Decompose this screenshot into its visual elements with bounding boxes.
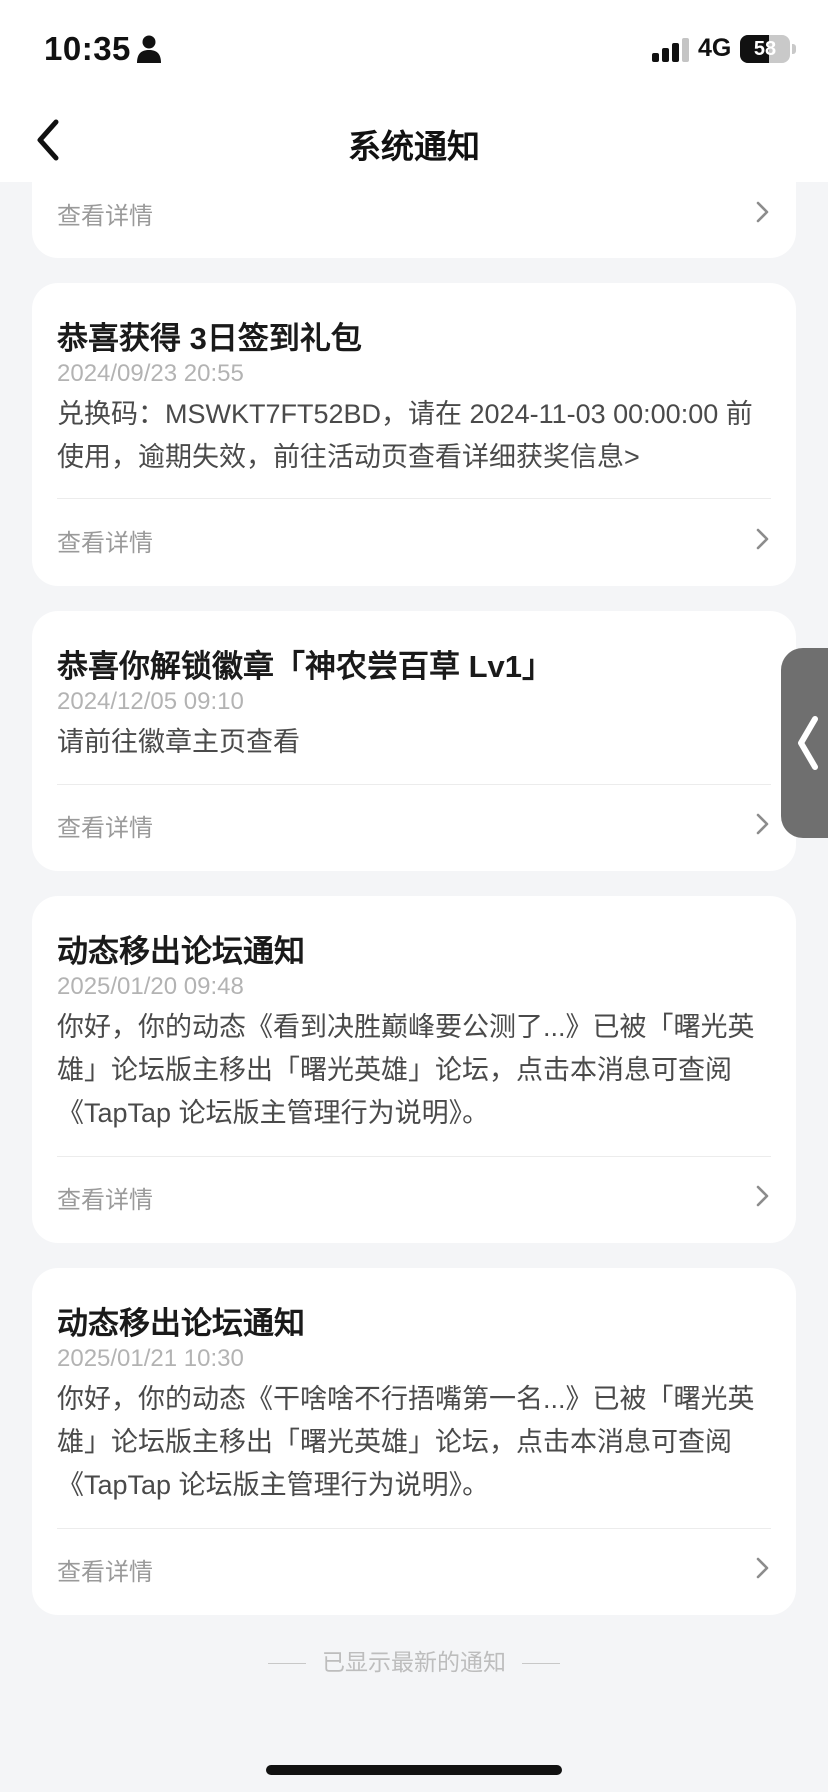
notification-card[interactable]: 恭喜你解锁徽章「神农尝百草 Lv1」 2024/12/05 09:10 请前往徽…: [32, 611, 796, 871]
top-area: 10:35 4G 58 系统通知: [0, 0, 828, 182]
notification-body: 你好，你的动态《看到决胜巅峰要公测了...》已被「曙光英雄」论坛版主移出「曙光英…: [57, 1012, 755, 1128]
chevron-right-icon: [756, 201, 769, 223]
footer-divider-left: [267, 1663, 306, 1665]
notification-time: 2024/09/23 20:55: [57, 360, 244, 387]
view-detail-label: 查看详情: [57, 815, 153, 842]
notification-time: 2025/01/20 09:48: [57, 973, 244, 1000]
chevron-right-icon: [756, 528, 769, 550]
view-detail-link[interactable]: 查看详情: [57, 192, 777, 232]
notification-body: 请前往徽章主页查看: [57, 727, 300, 757]
battery-level-text: 58: [753, 38, 777, 60]
notification-card[interactable]: 动态移出论坛通知 2025/01/21 10:30 你好，你的动态《干啥啥不行捂…: [32, 1268, 796, 1615]
status-bar: 10:35 4G 58: [0, 0, 828, 100]
footer-divider-right: [522, 1663, 561, 1665]
view-detail-label: 查看详情: [57, 1187, 153, 1214]
notification-body: 你好，你的动态《干啥啥不行捂嘴第一名...》已被「曙光英雄」论坛版主移出「曙光英…: [57, 1384, 755, 1500]
notification-time: 2024/12/05 09:10: [57, 688, 244, 715]
chevron-left-icon: [798, 716, 818, 770]
notification-title: 恭喜获得 3日签到礼包: [57, 321, 362, 356]
card-divider: [57, 498, 771, 499]
card-divider: [57, 784, 771, 785]
home-indicator[interactable]: [266, 1765, 562, 1775]
side-drawer-handle[interactable]: [781, 648, 828, 838]
chevron-right-icon: [756, 813, 769, 835]
card-divider: [57, 1528, 771, 1529]
view-detail-label: 查看详情: [57, 1559, 153, 1586]
end-of-list-note: 已显示最新的通知: [0, 1643, 828, 1677]
view-detail-label: 查看详情: [57, 203, 153, 230]
battery-icon: 58: [740, 35, 796, 63]
view-detail-link[interactable]: 查看详情: [57, 519, 777, 559]
page-title: 系统通知: [348, 128, 480, 165]
network-type: 4G: [698, 34, 732, 62]
notification-title: 动态移出论坛通知: [57, 934, 305, 969]
status-time: 10:35: [44, 30, 131, 67]
notification-time: 2025/01/21 10:30: [57, 1345, 244, 1372]
end-of-list-text: 已显示最新的通知: [322, 1649, 506, 1675]
chevron-right-icon: [756, 1185, 769, 1207]
view-detail-link[interactable]: 查看详情: [57, 1176, 777, 1216]
notification-body: 兑换码：MSWKT7FT52BD，请在 2024-11-03 00:00:00 …: [57, 399, 753, 472]
person-icon: [137, 35, 161, 63]
signal-icon: [652, 38, 689, 62]
chevron-right-icon: [756, 1557, 769, 1579]
view-detail-link[interactable]: 查看详情: [57, 804, 777, 844]
view-detail-label: 查看详情: [57, 530, 153, 557]
notification-title: 恭喜你解锁徽章「神农尝百草 Lv1」: [57, 649, 554, 684]
nav-bar: 系统通知: [0, 100, 828, 182]
notification-card[interactable]: 恭喜获得 3日签到礼包 2024/09/23 20:55 兑换码：MSWKT7F…: [32, 283, 796, 586]
notification-title: 动态移出论坛通知: [57, 1306, 305, 1341]
card-divider: [57, 1156, 771, 1157]
notification-card[interactable]: 动态移出论坛通知 2025/01/20 09:48 你好，你的动态《看到决胜巅峰…: [32, 896, 796, 1243]
view-detail-link[interactable]: 查看详情: [57, 1548, 777, 1588]
